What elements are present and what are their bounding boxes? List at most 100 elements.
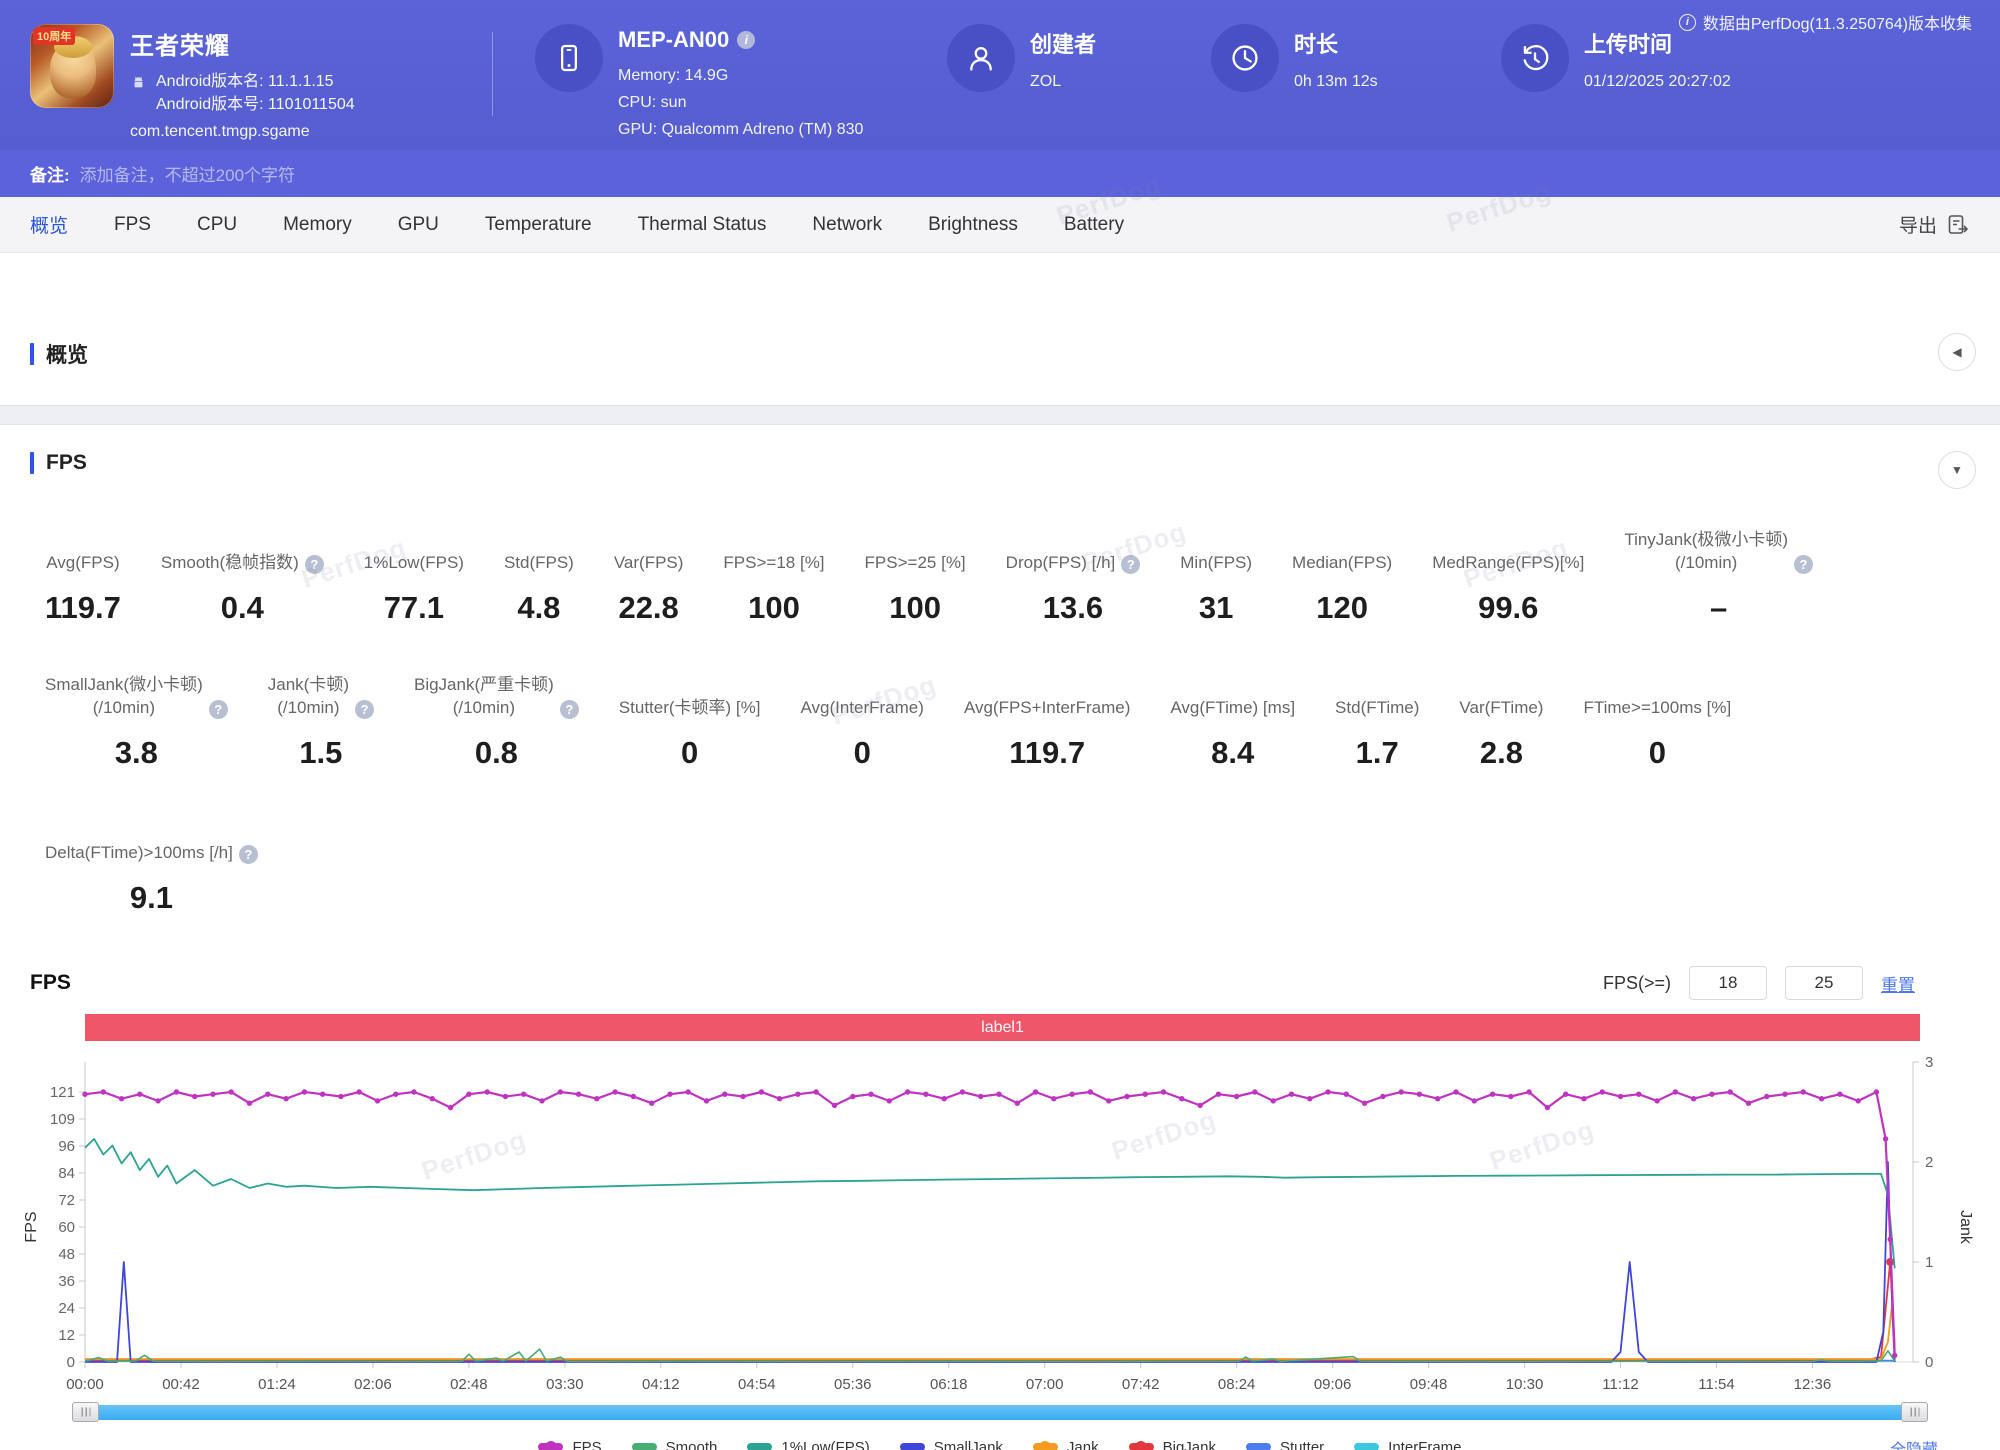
metric-smalljank-10min: SmallJank(微小卡顿) (/10min)? 3.8 bbox=[45, 670, 228, 771]
fps-threshold-input-2[interactable] bbox=[1785, 966, 1863, 1000]
help-icon[interactable]: ? bbox=[560, 700, 579, 719]
metric-var-fps: Var(FPS)22.8 bbox=[614, 525, 684, 626]
help-icon[interactable]: ? bbox=[1794, 555, 1813, 574]
tab-memory[interactable]: Memory bbox=[283, 214, 352, 236]
legend-dot bbox=[545, 1441, 557, 1450]
legend-item-jank[interactable]: Jank bbox=[1033, 1439, 1099, 1450]
device-info-icon[interactable]: i bbox=[737, 31, 755, 49]
help-icon[interactable]: ? bbox=[239, 845, 258, 864]
legend-item-bigjank[interactable]: BigJank bbox=[1129, 1439, 1216, 1450]
export-button[interactable]: 导出 bbox=[1899, 211, 1970, 238]
hide-all-link[interactable]: 全隐藏 bbox=[1890, 1436, 1938, 1450]
legend-item-smooth[interactable]: Smooth bbox=[632, 1439, 718, 1450]
chart-scrollbar bbox=[72, 1401, 1928, 1423]
svg-text:48: 48 bbox=[58, 1246, 75, 1263]
tab-gpu[interactable]: GPU bbox=[398, 214, 439, 236]
fps-collapse-button[interactable]: ▼ bbox=[1938, 451, 1976, 489]
svg-text:72: 72 bbox=[58, 1192, 75, 1209]
scrollbar-left-handle[interactable] bbox=[72, 1402, 99, 1422]
svg-text:Jank: Jank bbox=[1957, 1210, 1974, 1245]
tab-network[interactable]: Network bbox=[812, 214, 882, 236]
legend-dot bbox=[1039, 1441, 1051, 1450]
legend-dot bbox=[1135, 1441, 1147, 1450]
metric-var-ftime: Var(FTime)2.8 bbox=[1459, 670, 1543, 771]
legend-item-fps[interactable]: FPS bbox=[538, 1439, 601, 1450]
help-icon[interactable]: ? bbox=[209, 700, 228, 719]
metric-label: Stutter(卡顿率) [%] bbox=[619, 670, 761, 720]
svg-text:00:00: 00:00 bbox=[66, 1376, 104, 1393]
metric-1%low-fps: 1%Low(FPS)77.1 bbox=[364, 525, 464, 626]
fps-chart-title: FPS bbox=[30, 971, 71, 995]
metric-label: 1%Low(FPS) bbox=[364, 525, 464, 575]
help-icon[interactable]: ? bbox=[355, 700, 374, 719]
legend-item-stutter[interactable]: Stutter bbox=[1246, 1439, 1324, 1450]
tab-item[interactable]: 概览 bbox=[30, 211, 68, 238]
metric-std-ftime: Std(FTime)1.7 bbox=[1335, 670, 1419, 771]
svg-text:08:24: 08:24 bbox=[1218, 1376, 1256, 1393]
metric-stutter-%: Stutter(卡顿率) [%]0 bbox=[619, 670, 761, 771]
overview-collapse-button[interactable]: ◀ bbox=[1938, 333, 1976, 371]
reset-link[interactable]: 重置 bbox=[1881, 971, 1915, 996]
legend-swatch bbox=[632, 1443, 657, 1450]
app-title: 王者荣耀 bbox=[130, 26, 355, 61]
tab-brightness[interactable]: Brightness bbox=[928, 214, 1018, 236]
metric-smooth: Smooth(稳帧指数)?0.4 bbox=[161, 525, 324, 626]
metric-value: – bbox=[1624, 590, 1813, 626]
svg-text:84: 84 bbox=[58, 1165, 75, 1182]
legend-item-smalljank[interactable]: SmallJank bbox=[900, 1439, 1003, 1450]
legend-label: Stutter bbox=[1280, 1439, 1324, 1450]
metric-value: 1.5 bbox=[268, 735, 374, 771]
svg-text:06:18: 06:18 bbox=[930, 1376, 968, 1393]
legend-item-interframe[interactable]: InterFrame bbox=[1354, 1439, 1461, 1450]
svg-text:02:06: 02:06 bbox=[354, 1376, 392, 1393]
metric-label: Min(FPS) bbox=[1180, 525, 1252, 575]
help-icon[interactable]: ? bbox=[1121, 555, 1140, 574]
chart-region-label[interactable]: label1 bbox=[85, 1014, 1920, 1041]
fps-threshold-label: FPS(>=) bbox=[1603, 973, 1671, 994]
android-version-name: Android版本名: 11.1.1.15 bbox=[156, 70, 355, 93]
legend-swatch bbox=[1354, 1443, 1379, 1450]
duration-value: 0h 13m 12s bbox=[1294, 69, 1378, 96]
tab-cpu[interactable]: CPU bbox=[197, 214, 237, 236]
metric-label: Delta(FTime)>100ms [/h]? bbox=[45, 815, 258, 865]
svg-text:09:48: 09:48 bbox=[1410, 1376, 1448, 1393]
scrollbar-right-handle[interactable] bbox=[1901, 1402, 1928, 1422]
phone-icon bbox=[535, 24, 603, 92]
metric-value: 3.8 bbox=[45, 735, 228, 771]
metric-label: Avg(FPS+InterFrame) bbox=[964, 670, 1130, 720]
metric-label: Drop(FPS) [/h]? bbox=[1006, 525, 1141, 575]
svg-text:04:12: 04:12 bbox=[642, 1376, 680, 1393]
svg-text:05:36: 05:36 bbox=[834, 1376, 872, 1393]
fps-threshold-input-1[interactable] bbox=[1689, 966, 1767, 1000]
metric-row: Delta(FTime)>100ms [/h]?9.1 bbox=[45, 815, 1980, 916]
metric-value: 13.6 bbox=[1006, 590, 1141, 626]
info-icon: i bbox=[1679, 14, 1696, 31]
metric-bigjank-10min: BigJank(严重卡顿) (/10min)?0.8 bbox=[414, 670, 579, 771]
scrollbar-track[interactable] bbox=[92, 1405, 1908, 1420]
tab-thermal-status[interactable]: Thermal Status bbox=[638, 214, 767, 236]
metric-jank-10min: Jank(卡顿) (/10min)?1.5 bbox=[268, 670, 374, 771]
metric-label: SmallJank(微小卡顿) (/10min)? bbox=[45, 670, 228, 720]
tab-battery[interactable]: Battery bbox=[1064, 214, 1124, 236]
svg-text:60: 60 bbox=[58, 1219, 75, 1236]
tab-fps[interactable]: FPS bbox=[114, 214, 151, 236]
tab-list: 概览 FPS CPU Memory GPU Temperature Thermal Stat… bbox=[30, 211, 1170, 238]
fps-chart-svg[interactable]: 01224364860728496109121012300:0000:4201:… bbox=[20, 1047, 1980, 1399]
legend-swatch bbox=[1033, 1443, 1058, 1450]
creator-value: ZOL bbox=[1030, 69, 1096, 96]
export-label: 导出 bbox=[1899, 211, 1937, 238]
remark-label: 备注: bbox=[30, 161, 70, 186]
upload-label: 上传时间 bbox=[1584, 27, 1672, 59]
remark-bar[interactable]: 备注: 添加备注，不超过200个字符 bbox=[0, 150, 2000, 197]
svg-text:02:48: 02:48 bbox=[450, 1376, 488, 1393]
help-icon[interactable]: ? bbox=[305, 555, 324, 574]
metric-avg-fps-interframe: Avg(FPS+InterFrame)119.7 bbox=[964, 670, 1130, 771]
svg-text:04:54: 04:54 bbox=[738, 1376, 776, 1393]
legend-label: BigJank bbox=[1163, 1439, 1216, 1450]
tab-temperature[interactable]: Temperature bbox=[485, 214, 592, 236]
metric-label: Smooth(稳帧指数)? bbox=[161, 525, 324, 575]
section-accent-bar bbox=[30, 343, 34, 365]
metric-avg-interframe: Avg(InterFrame)0 bbox=[800, 670, 923, 771]
legend-item-1%low-fps[interactable]: 1%Low(FPS) bbox=[747, 1439, 869, 1450]
metric-label: Avg(FPS) bbox=[45, 525, 121, 575]
